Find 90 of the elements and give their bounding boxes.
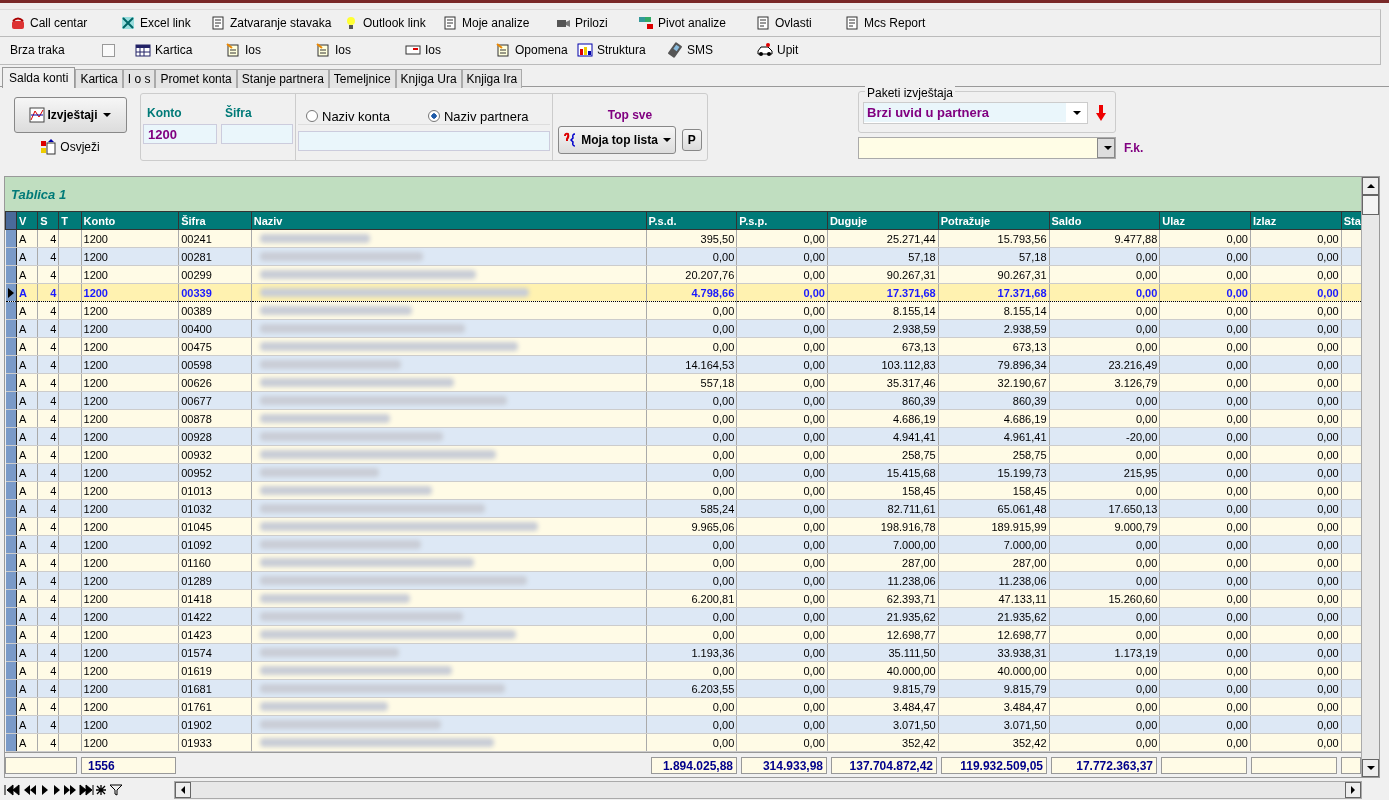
- caret-icon: [1103, 145, 1112, 150]
- toolbar-button[interactable]: Opomena: [495, 42, 577, 59]
- fk-label: F.k.: [1124, 140, 1144, 155]
- document-icon: [315, 42, 331, 59]
- column-header[interactable]: Duguje: [827, 212, 939, 230]
- column-header[interactable]: Konto: [81, 212, 179, 230]
- toolbar-button[interactable]: Ios: [225, 42, 315, 59]
- tab[interactable]: I o s: [122, 68, 156, 88]
- document-icon: [495, 42, 511, 59]
- scroll-right-icon[interactable]: [1351, 786, 1355, 795]
- total-cell: 1.894.025,88: [651, 757, 737, 774]
- toolbar-button[interactable]: Ios: [405, 42, 495, 59]
- row-count: 1556: [81, 757, 176, 774]
- radio-option[interactable]: Naziv konta: [306, 108, 390, 124]
- column-header[interactable]: Ulaz: [1159, 212, 1251, 230]
- toolbar-button[interactable]: Zatvaranje stavaka: [210, 15, 343, 32]
- spreadsheet-icon: [120, 15, 136, 32]
- konto-field[interactable]: 1200: [143, 123, 217, 144]
- scroll-left-icon[interactable]: [181, 786, 185, 795]
- column-header[interactable]: Sta: [1341, 212, 1361, 230]
- p-button[interactable]: P: [681, 128, 702, 151]
- grid-title: Tablica 1: [11, 187, 67, 202]
- search-field[interactable]: [298, 130, 550, 151]
- toolbar-button[interactable]: Upit: [757, 42, 847, 59]
- document-icon: [225, 42, 241, 59]
- down-arrow-icon[interactable]: [1096, 104, 1106, 121]
- total-cell: 119.932.509,05: [941, 757, 1047, 774]
- toolbar-button[interactable]: Kartica: [135, 42, 225, 59]
- reports-button[interactable]: Izvještaji: [13, 96, 127, 133]
- horizontal-scrollbar[interactable]: [174, 781, 1362, 800]
- scroll-down-icon[interactable]: [1366, 766, 1375, 771]
- document-icon: [844, 15, 860, 32]
- column-header[interactable]: Potražuje: [938, 212, 1049, 230]
- total-cell: 17.772.363,37: [1051, 757, 1157, 774]
- document-icon: [442, 15, 458, 32]
- record-navigation-icons[interactable]: [4, 784, 124, 797]
- column-header[interactable]: V: [16, 212, 38, 230]
- table-cell: 0,00: [1049, 302, 1160, 320]
- total-cell: 314.933,98: [741, 757, 827, 774]
- tab[interactable]: Knjiga Ira: [461, 68, 523, 88]
- field-label: Šifra: [224, 104, 253, 118]
- tab[interactable]: Temeljnice: [328, 68, 396, 88]
- toolbar-button[interactable]: SMS: [667, 42, 757, 59]
- refresh-button[interactable]: Osvježi: [40, 138, 100, 155]
- column-header[interactable]: Naziv: [251, 212, 647, 230]
- toolbar-button[interactable]: Outlook link: [343, 15, 442, 32]
- total-cell: 137.704.872,42: [831, 757, 937, 774]
- column-header[interactable]: P.s.d.: [646, 212, 737, 230]
- toolbar-button[interactable]: Ovlasti: [755, 15, 844, 32]
- toolbar-button[interactable]: Call centar: [10, 15, 120, 32]
- scroll-up-icon[interactable]: [1366, 184, 1375, 189]
- calendar-grid-icon: [135, 42, 151, 59]
- top-label: Top sve: [607, 107, 653, 122]
- caret-icon: [1073, 110, 1081, 115]
- caret-icon: [102, 112, 111, 117]
- toolbar-button[interactable]: Excel link: [120, 15, 210, 32]
- toolbar-button[interactable]: Ios: [315, 42, 405, 59]
- car-icon: [757, 42, 773, 59]
- column-header[interactable]: Saldo: [1049, 212, 1160, 230]
- tab[interactable]: Salda konti: [2, 66, 76, 88]
- column-header[interactable]: P.s.p.: [736, 212, 828, 230]
- toolbar-button[interactable]: Prilozi: [555, 15, 638, 32]
- sifra-field[interactable]: [221, 123, 293, 144]
- quickbar-label: Brza traka: [10, 43, 66, 58]
- package-dropdown[interactable]: Brzi uvid u partnera: [863, 101, 1088, 124]
- scroll-thumb[interactable]: [1362, 195, 1379, 216]
- toolbar-button[interactable]: Struktura: [577, 42, 667, 59]
- column-header[interactable]: S: [37, 212, 59, 230]
- chart-icon: [29, 106, 46, 123]
- tab[interactable]: Stanje partnera: [236, 68, 329, 88]
- top-list-button[interactable]: Moja top lista: [558, 125, 676, 154]
- tab[interactable]: Promet konta: [155, 68, 237, 88]
- group-legend: Paketi izvještaja: [865, 85, 956, 100]
- row-pointer-icon: [7, 288, 14, 298]
- vertical-scrollbar[interactable]: [1361, 177, 1379, 778]
- radio-option[interactable]: Naziv partnera: [427, 108, 529, 124]
- caret-icon: [662, 137, 671, 142]
- quickbar-checkbox[interactable]: [102, 43, 115, 57]
- column-header[interactable]: Šifra: [178, 212, 252, 230]
- tab[interactable]: Knjiga Ura: [395, 68, 462, 88]
- toolbar-button[interactable]: Pivot analize: [638, 15, 755, 32]
- toolbar-button[interactable]: Mcs Report: [844, 15, 926, 32]
- telephone-icon: [10, 15, 26, 32]
- bar-chart-icon: [577, 42, 593, 59]
- tab[interactable]: Kartica: [75, 68, 123, 88]
- table-cell: 0,00: [646, 302, 737, 320]
- column-header[interactable]: T: [58, 212, 81, 230]
- field-label: Konto: [146, 104, 183, 118]
- toolbar-button[interactable]: Moje analize: [442, 15, 555, 32]
- column-header[interactable]: Izlaz: [1250, 212, 1342, 230]
